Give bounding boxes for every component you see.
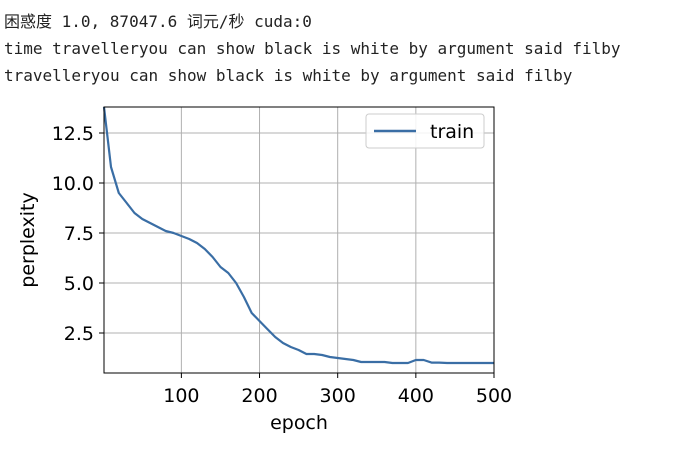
y-tick-label: 5.0 xyxy=(64,273,94,295)
y-tick-label: 7.5 xyxy=(64,223,94,245)
chart-container: 100 200 300 400 500 2.5 5.0 7.5 10.0 12.5 epoch p… xyxy=(0,92,520,452)
y-tick-label: 2.5 xyxy=(64,323,94,345)
legend: train xyxy=(365,113,485,149)
x-tick-label: 200 xyxy=(241,385,277,407)
console-output: 困惑度 1.0, 87047.6 词元/秒 cuda:0 time travell… xyxy=(4,8,621,89)
x-tick-label: 300 xyxy=(320,385,356,407)
perplexity-chart: 100 200 300 400 500 2.5 5.0 7.5 10.0 12.5 epoch p… xyxy=(17,106,512,434)
x-axis-label: epoch xyxy=(270,412,328,434)
x-tick-label: 100 xyxy=(163,385,199,407)
x-tick-label: 400 xyxy=(398,385,434,407)
axis-ticks: 100 200 300 400 500 2.5 5.0 7.5 10.0 12.5 xyxy=(52,123,512,407)
y-tick-label: 12.5 xyxy=(52,123,94,145)
prediction-line-2: travelleryou can show black is white by … xyxy=(4,66,573,85)
y-axis-label: perplexity xyxy=(17,192,39,287)
x-tick-label: 500 xyxy=(476,385,512,407)
perplexity-speed-line: 困惑度 1.0, 87047.6 词元/秒 cuda:0 xyxy=(4,12,312,31)
prediction-line-1: time travelleryou can show black is whit… xyxy=(4,39,621,58)
legend-label: train xyxy=(430,121,474,143)
y-tick-label: 10.0 xyxy=(52,173,94,195)
